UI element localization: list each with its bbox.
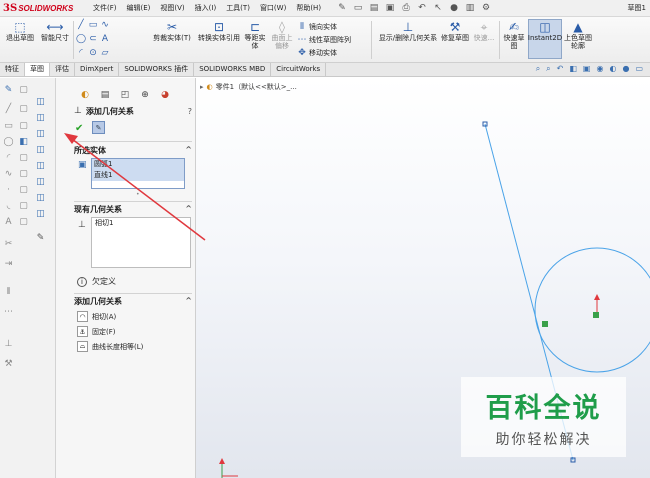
annotation-arrow bbox=[71, 138, 206, 241]
watermark: 百科全说 助你轻松解决 bbox=[461, 377, 626, 457]
sketch-circle[interactable] bbox=[534, 247, 650, 373]
origin-arrow-icon bbox=[219, 458, 225, 464]
center-arrow-icon bbox=[594, 294, 600, 300]
center-point[interactable] bbox=[593, 312, 599, 318]
tangent-relation-icon bbox=[542, 321, 548, 327]
watermark-title: 百科全说 bbox=[485, 392, 602, 424]
watermark-subtitle: 助你轻松解决 bbox=[495, 431, 592, 448]
